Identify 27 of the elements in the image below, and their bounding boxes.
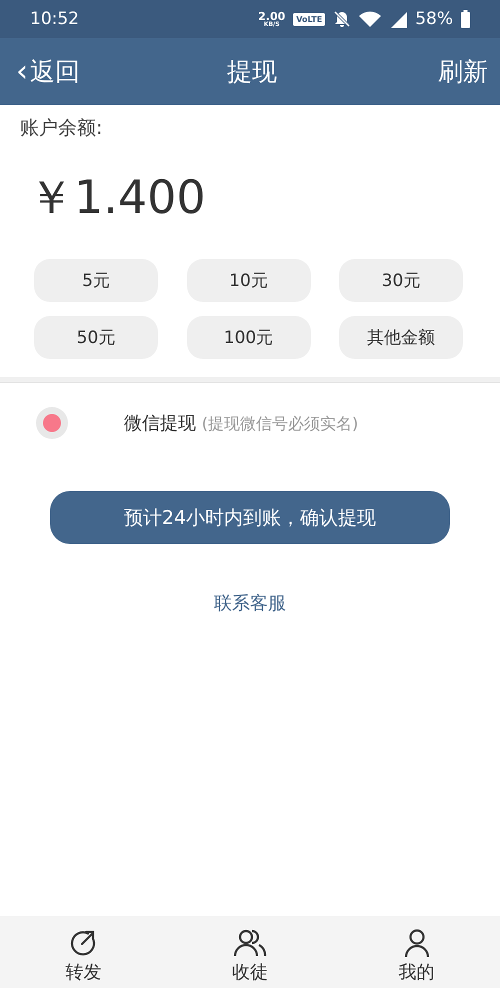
contact-link[interactable]: 联系客服 [208,590,292,616]
balance-label: 账户余额: [19,116,104,141]
wifi-icon [359,11,382,27]
amount-option[interactable]: 100元 [186,316,310,359]
amount-option[interactable]: 30元 [339,259,463,302]
back-button[interactable]: ‹返回 [16,55,174,88]
amount-option[interactable]: 其他金额 [339,316,463,359]
tab-item[interactable]: 我的 [356,916,477,988]
page-title: 提现 [226,56,278,88]
battery-percent: 58% [415,9,453,29]
amount-option[interactable]: 5元 [34,259,158,302]
volte-badge: VoLTE [293,12,326,26]
method-label: 微信提现 (提现微信号必须实名) [124,412,358,435]
tab-item[interactable]: 转发 [23,916,144,988]
tab-item[interactable]: 收徒 [190,916,310,988]
balance-amount: ￥1.400 [27,169,207,226]
signal-icon [389,10,408,28]
battery-icon [461,10,470,28]
users-icon [232,928,267,958]
network-speed: 2.00 [258,10,286,22]
bell-muted-icon [333,10,352,28]
radio-button[interactable] [36,407,68,439]
status-time: 10:52 [30,9,80,29]
confirm-button[interactable]: 预计24小时内到账，确认提现 [50,491,450,544]
amount-option[interactable]: 10元 [186,259,310,302]
refresh-button[interactable]: 刷新 [330,55,488,88]
amount-option[interactable]: 50元 [34,316,158,359]
